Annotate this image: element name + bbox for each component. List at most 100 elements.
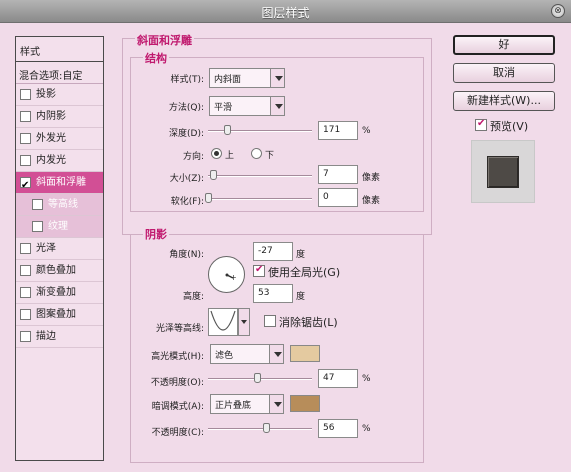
new-style-button[interactable]: 新建样式(W)... — [453, 91, 555, 111]
size-input[interactable]: 7 — [318, 165, 358, 184]
chevron-down-icon[interactable] — [269, 394, 284, 414]
highlight-opacity-label: 不透明度(O): — [150, 378, 204, 388]
style-item-checkbox[interactable] — [20, 89, 31, 100]
direction-up-radio[interactable] — [211, 148, 222, 159]
shadow-mode-select[interactable]: 正片叠底 — [210, 394, 284, 414]
direction-up-label: 上 — [225, 151, 235, 161]
depth-slider-thumb[interactable] — [223, 125, 231, 135]
anti-alias-checkbox[interactable] — [264, 315, 276, 327]
style-value: 内斜面 — [214, 75, 242, 85]
style-item-2[interactable]: 外发光 — [16, 128, 103, 150]
chevron-down-icon[interactable] — [269, 344, 284, 364]
highlight-opacity-input[interactable]: 47 — [318, 369, 358, 388]
style-item-label: 斜面和浮雕 — [36, 177, 86, 188]
style-item-checkbox[interactable] — [20, 309, 31, 320]
style-item-label: 内阴影 — [36, 111, 66, 122]
style-item-label: 光泽 — [36, 243, 56, 254]
highlight-color-swatch[interactable] — [290, 345, 320, 362]
style-item-checkbox[interactable] — [20, 265, 31, 276]
preview-checkbox[interactable] — [475, 118, 487, 131]
size-slider-thumb[interactable] — [210, 170, 218, 180]
ok-button[interactable]: 好 — [453, 35, 555, 55]
shadow-opacity-thumb[interactable] — [263, 423, 271, 433]
direction-down-label: 下 — [265, 151, 275, 161]
style-item-11[interactable]: 描边 — [16, 326, 103, 348]
preview-swatch — [487, 156, 519, 188]
global-light-checkbox[interactable] — [253, 264, 265, 277]
angle-dial[interactable]: + — [208, 256, 245, 293]
style-item-checkbox[interactable] — [20, 133, 31, 144]
style-item-checkbox[interactable] — [20, 175, 31, 196]
global-light-label: 使用全局光(G) — [268, 266, 341, 279]
angle-input[interactable]: -27 — [253, 242, 293, 261]
highlight-mode-select[interactable]: 滤色 — [210, 344, 284, 364]
soften-input[interactable]: 0 — [318, 188, 358, 207]
technique-value: 平滑 — [214, 103, 233, 113]
highlight-opacity-unit: % — [362, 374, 371, 384]
soften-slider-thumb[interactable] — [205, 193, 212, 203]
depth-label: 深度(D): — [169, 129, 204, 139]
style-item-8[interactable]: 颜色叠加 — [16, 260, 103, 282]
anti-alias-label: 消除锯齿(L) — [279, 316, 338, 329]
style-item-6[interactable]: 纹理 — [16, 216, 103, 238]
style-item-checkbox[interactable] — [32, 199, 43, 210]
angle-label: 角度(N): — [169, 250, 204, 260]
style-item-checkbox[interactable] — [20, 331, 31, 342]
layer-style-dialog: 样式 混合选项:自定 投影内阴影外发光内发光斜面和浮雕等高线纹理光泽颜色叠加渐变… — [0, 23, 571, 472]
style-item-checkbox[interactable] — [20, 287, 31, 298]
technique-select[interactable]: 平滑 — [209, 96, 285, 116]
style-item-10[interactable]: 图案叠加 — [16, 304, 103, 326]
soften-label: 软化(F): — [170, 197, 204, 207]
style-item-9[interactable]: 渐变叠加 — [16, 282, 103, 304]
angle-unit: 度 — [296, 250, 306, 260]
style-item-4[interactable]: 斜面和浮雕 — [16, 172, 103, 196]
style-item-label: 投影 — [36, 89, 56, 100]
bevel-section-title: 斜面和浮雕 — [135, 32, 194, 48]
altitude-input[interactable]: 53 — [253, 284, 293, 303]
depth-input[interactable]: 171 — [318, 121, 358, 140]
soften-unit: 像素 — [362, 196, 381, 206]
cancel-button[interactable]: 取消 — [453, 63, 555, 83]
chevron-down-icon[interactable] — [270, 68, 285, 88]
style-item-checkbox[interactable] — [20, 243, 31, 254]
style-item-7[interactable]: 光泽 — [16, 238, 103, 260]
style-item-label: 内发光 — [36, 155, 66, 166]
technique-label: 方法(Q): — [168, 103, 204, 113]
style-select[interactable]: 内斜面 — [209, 68, 285, 88]
shadow-mode-value: 正片叠底 — [215, 401, 252, 411]
style-item-checkbox[interactable] — [20, 155, 31, 166]
shadow-color-swatch[interactable] — [290, 395, 320, 412]
gloss-contour-picker[interactable] — [208, 308, 238, 336]
shadow-opacity-input[interactable]: 56 — [318, 419, 358, 438]
shadow-opacity-slider[interactable] — [208, 423, 312, 433]
close-icon[interactable]: ⊗ — [551, 4, 565, 18]
style-item-label: 外发光 — [36, 133, 66, 144]
contour-curve-icon — [210, 310, 236, 331]
style-item-3[interactable]: 内发光 — [16, 150, 103, 172]
soften-slider[interactable] — [205, 193, 312, 203]
shadow-opacity-label: 不透明度(C): — [151, 428, 204, 438]
style-item-0[interactable]: 投影 — [16, 84, 103, 106]
chevron-down-icon[interactable] — [270, 96, 285, 116]
svg-text:+: + — [230, 273, 237, 282]
direction-down-radio[interactable] — [251, 148, 262, 159]
style-item-checkbox[interactable] — [32, 221, 43, 232]
size-slider[interactable] — [208, 170, 312, 180]
style-item-5[interactable]: 等高线 — [16, 194, 103, 216]
depth-slider[interactable] — [208, 125, 312, 135]
highlight-opacity-thumb[interactable] — [253, 373, 261, 383]
style-item-label: 图案叠加 — [36, 309, 76, 320]
style-label: 样式(T): — [170, 75, 204, 85]
structure-title: 结构 — [143, 50, 169, 66]
gloss-contour-dropdown[interactable] — [238, 308, 250, 336]
altitude-label: 高度: — [182, 292, 204, 302]
style-item-1[interactable]: 内阴影 — [16, 106, 103, 128]
styles-header[interactable]: 样式 — [16, 37, 103, 62]
shadow-opacity-unit: % — [362, 424, 371, 434]
highlight-opacity-slider[interactable] — [208, 373, 312, 383]
style-item-checkbox[interactable] — [20, 111, 31, 122]
highlight-mode-value: 滤色 — [215, 351, 234, 361]
style-item-label: 颜色叠加 — [36, 265, 76, 276]
blending-options-item[interactable]: 混合选项:自定 — [16, 62, 103, 84]
style-item-label: 描边 — [36, 331, 56, 342]
